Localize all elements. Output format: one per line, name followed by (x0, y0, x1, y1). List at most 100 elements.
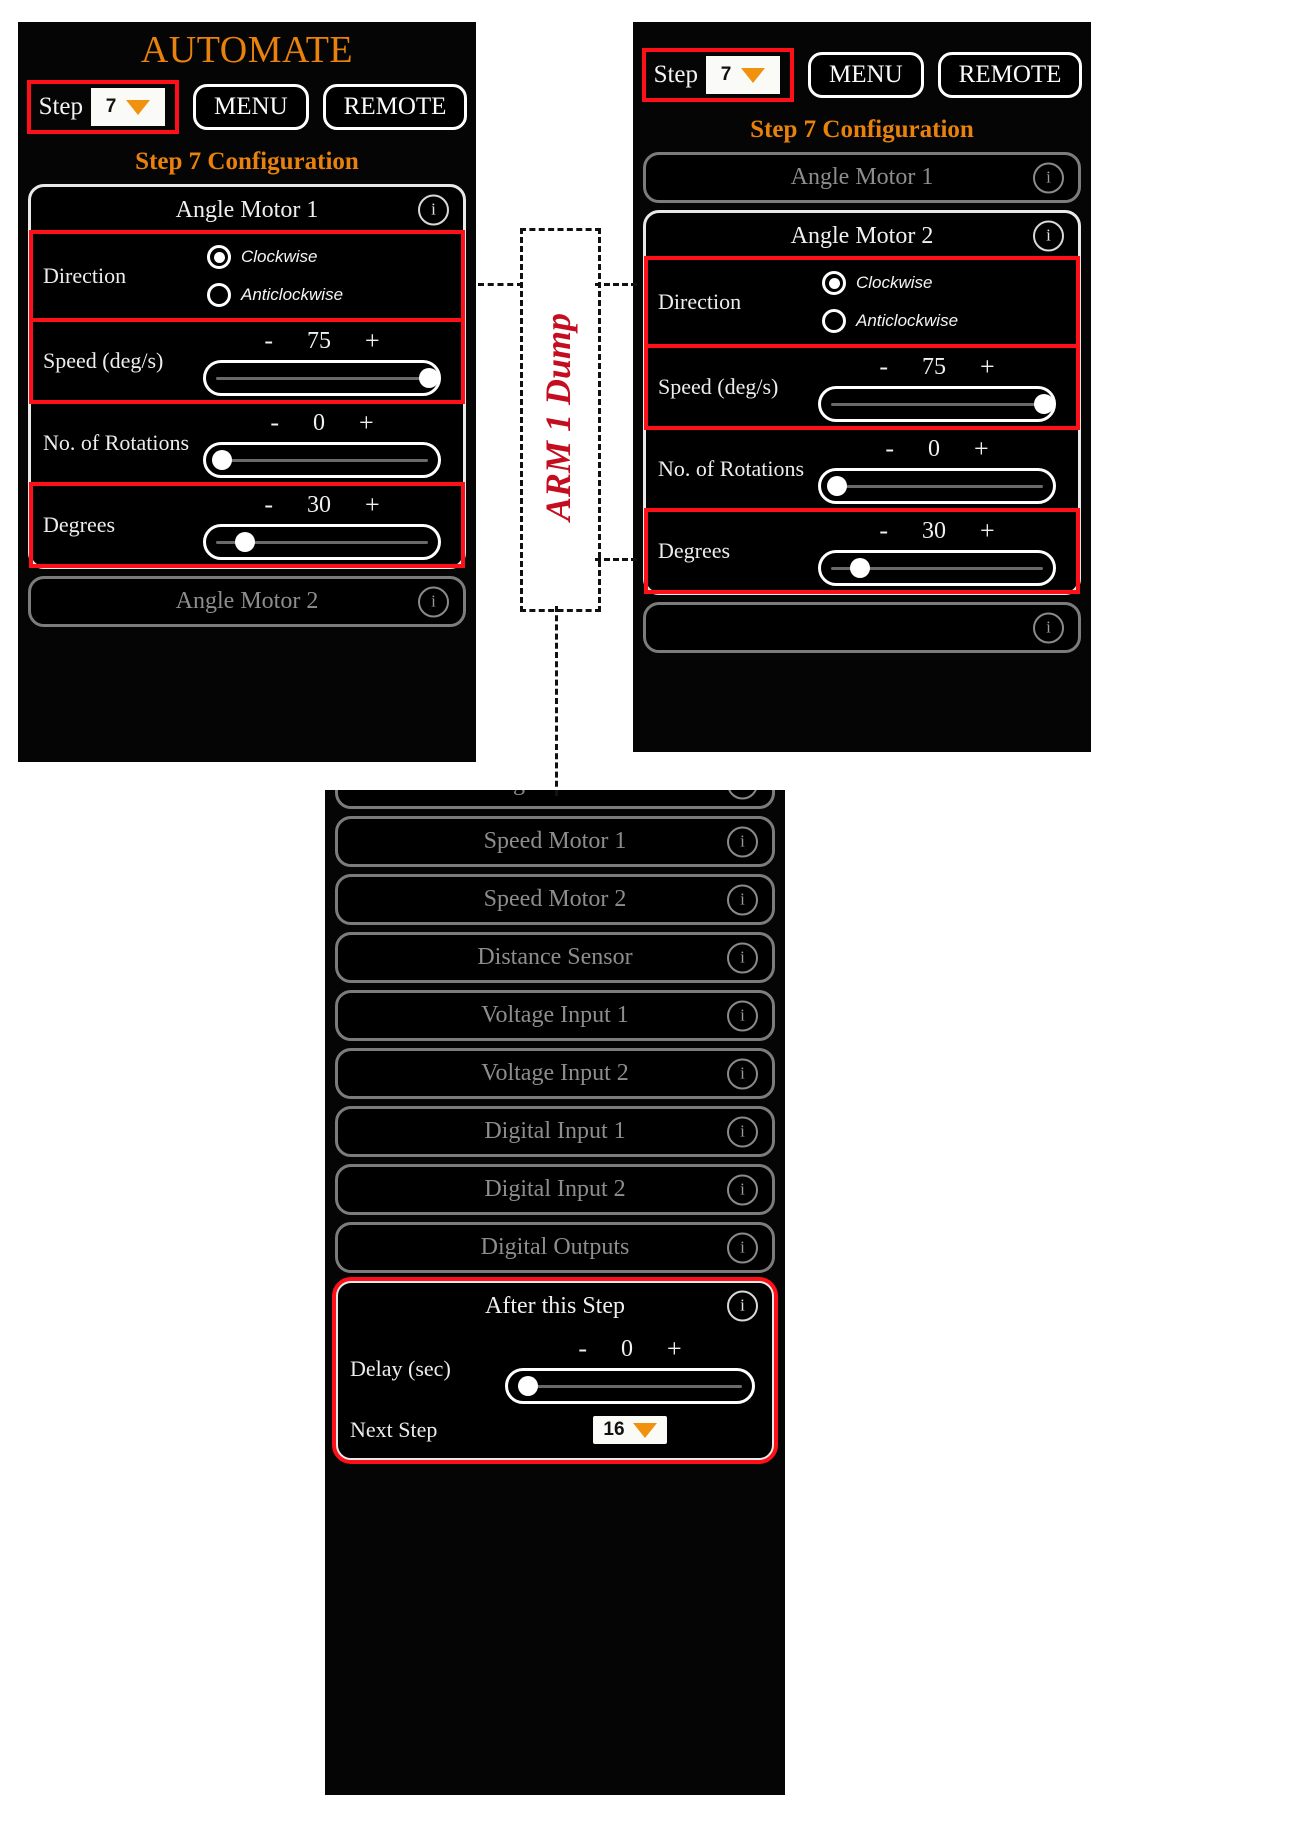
degrees-value: 30 (922, 517, 946, 544)
step-value: 7 (105, 96, 117, 117)
speed-slider[interactable] (818, 386, 1056, 422)
info-icon[interactable]: i (727, 1174, 758, 1205)
info-icon[interactable]: i (418, 194, 449, 225)
speed-label: Speed (deg/s) (43, 348, 164, 373)
card-collapsed[interactable]: Digital Input 2 i (335, 1164, 775, 1215)
info-icon[interactable]: i (1033, 220, 1064, 251)
menu-button[interactable]: MENU (193, 84, 309, 130)
info-icon[interactable]: i (727, 942, 758, 973)
radio-anticlockwise[interactable]: Anticlockwise (207, 283, 437, 307)
info-icon[interactable]: i (727, 1290, 758, 1321)
minus-icon[interactable]: - (264, 490, 273, 520)
radio-anticlockwise[interactable]: Anticlockwise (822, 309, 1052, 333)
slider-knob[interactable] (850, 558, 871, 578)
info-icon[interactable]: i (727, 826, 758, 857)
plus-icon[interactable]: + (365, 490, 380, 520)
minus-icon[interactable]: - (879, 352, 888, 382)
info-icon[interactable]: i (727, 1232, 758, 1263)
card-after-this-step: After this Step i Delay (sec) - 0 + Next… (332, 1277, 778, 1464)
card-collapsed[interactable]: Digital Outputs i (335, 1222, 775, 1273)
slider-knob[interactable] (827, 476, 848, 496)
card-header[interactable]: After this Step i (338, 1283, 772, 1328)
step-selector-group[interactable]: Step 7 (26, 80, 180, 134)
degrees-label: Degrees (43, 512, 116, 537)
step-selector-group[interactable]: Step 7 (641, 48, 795, 102)
minus-icon[interactable]: - (270, 408, 279, 438)
speed-value: 75 (307, 327, 331, 354)
plus-icon[interactable]: + (365, 326, 380, 356)
toolbar: Step 7 MENU REMOTE (18, 80, 476, 134)
card-title: Speed Motor 2 (483, 886, 627, 912)
degrees-stepper: - 30 + (879, 516, 994, 546)
annotation-label: ARM 1 Dump (537, 312, 578, 522)
plus-icon[interactable]: + (980, 516, 995, 546)
slider-knob[interactable] (212, 450, 233, 470)
info-icon[interactable]: i (727, 1116, 758, 1147)
minus-icon[interactable]: - (264, 326, 273, 356)
speed-stepper: - 75 + (264, 326, 379, 356)
info-icon[interactable]: i (727, 1000, 758, 1031)
degrees-stepper: - 30 + (264, 490, 379, 520)
minus-icon[interactable]: - (879, 516, 888, 546)
next-step-dropdown[interactable]: 16 (593, 1416, 667, 1444)
direction-row: Direction Clockwise Anticlockwise (644, 256, 1080, 348)
rotations-stepper: - 0 + (885, 434, 988, 464)
slider-knob[interactable] (1033, 394, 1054, 414)
degrees-slider[interactable] (203, 524, 441, 560)
card-collapsed[interactable]: Voltage Input 2 i (335, 1048, 775, 1099)
info-icon[interactable]: i (1033, 162, 1064, 193)
remote-button[interactable]: REMOTE (937, 52, 1083, 98)
card-collapsed[interactable]: Speed Motor 2 i (335, 874, 775, 925)
card-header[interactable]: Angle Motor 1 i (31, 187, 463, 232)
minus-icon[interactable]: - (578, 1334, 587, 1364)
info-icon[interactable]: i (418, 586, 449, 617)
info-icon[interactable]: i (1033, 612, 1064, 643)
radio-clockwise[interactable]: Clockwise (207, 245, 437, 269)
plus-icon[interactable]: + (359, 408, 374, 438)
info-icon[interactable]: i (727, 1058, 758, 1089)
info-icon[interactable]: i (727, 884, 758, 915)
card-title: Distance Sensor (477, 944, 633, 970)
radio-icon-empty[interactable] (822, 309, 846, 333)
slider-knob[interactable] (235, 532, 256, 552)
radio-icon-selected[interactable] (207, 245, 231, 269)
remote-button[interactable]: REMOTE (322, 84, 468, 130)
screen-angle-motor-2: Step 7 MENU REMOTE Step 7 Configuration … (633, 22, 1091, 752)
slider-track (216, 376, 428, 380)
step-dropdown[interactable]: 7 (706, 56, 781, 94)
step-dropdown[interactable]: 7 (91, 88, 166, 126)
slider-knob[interactable] (418, 368, 439, 388)
menu-button[interactable]: MENU (808, 52, 924, 98)
slider-track (831, 402, 1043, 406)
info-icon[interactable]: i (727, 790, 758, 799)
card-angle-motor-2-collapsed[interactable]: Angle Motor 2 i (28, 576, 466, 627)
card-title: Angle Motor 2 (175, 588, 319, 614)
speed-row: Speed (deg/s) - 75 + (644, 344, 1080, 430)
radio-icon-empty[interactable] (207, 283, 231, 307)
plus-icon[interactable]: + (667, 1334, 682, 1364)
plus-icon[interactable]: + (980, 352, 995, 382)
card-header[interactable]: Angle Motor 2 i (646, 213, 1078, 258)
card-title: Voltage Input 1 (481, 1002, 629, 1028)
degrees-row: Degrees - 30 + (29, 482, 465, 568)
card-collapsed[interactable]: Digital Input 1 i (335, 1106, 775, 1157)
next-step-value: 16 (603, 1419, 625, 1440)
card-collapsed[interactable]: Speed Motor 1 i (335, 816, 775, 867)
rotations-slider[interactable] (203, 442, 441, 478)
card-next-collapsed[interactable]: i (643, 602, 1081, 653)
card-collapsed[interactable]: Distance Sensor i (335, 932, 775, 983)
rotations-slider[interactable] (818, 468, 1056, 504)
card-title: Angle Motor 1 (790, 164, 934, 190)
card-collapsed[interactable]: Voltage Input 1 i (335, 990, 775, 1041)
plus-icon[interactable]: + (974, 434, 989, 464)
card-angle-motor-1-collapsed[interactable]: Angle Motor 1 i (643, 152, 1081, 203)
chevron-down-icon (741, 67, 766, 83)
minus-icon[interactable]: - (885, 434, 894, 464)
radio-clockwise[interactable]: Clockwise (822, 271, 1052, 295)
degrees-slider[interactable] (818, 550, 1056, 586)
delay-stepper: - 0 + (578, 1334, 681, 1364)
slider-knob[interactable] (517, 1376, 538, 1396)
delay-slider[interactable] (505, 1368, 755, 1404)
radio-icon-selected[interactable] (822, 271, 846, 295)
speed-slider[interactable] (203, 360, 441, 396)
